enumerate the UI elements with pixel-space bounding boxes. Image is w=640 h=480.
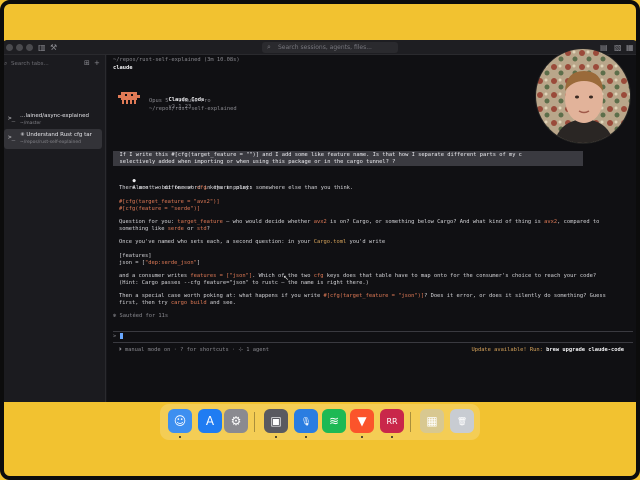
layout-icon[interactable]: ▦ (626, 43, 634, 52)
sidebar-tab-rust-cfg[interactable]: >_ ✳ Understand Rust cfg tar ~/repos/rus… (4, 129, 102, 149)
update-notice: Update available! Run: brew upgrade clau… (471, 347, 624, 353)
status-bar-left: ⏵ manual mode on · ? for shortcuts · ⊹ 1… (119, 347, 270, 353)
running-indicator (391, 436, 393, 438)
running-indicator (275, 436, 277, 438)
macos-dock: ☺ A ⚙ ▣ 🎙 ≋ ▼ RR ▦ 🗑 (160, 404, 480, 440)
session-path-line: ~/repos/rust-self-explained (3m 10.08s) (113, 57, 240, 63)
finder-icon[interactable]: ☺ (168, 409, 192, 433)
response-line: something like serde or std? (119, 226, 210, 232)
code-line: #[cfg(feature = "serde")] (119, 206, 201, 212)
text-cursor (119, 333, 123, 339)
running-indicator (305, 436, 307, 438)
sidebar-tab-async-explained[interactable]: >_ …lained/async-explained ~/master (4, 110, 102, 130)
response-bullet: ● (132, 178, 136, 184)
prompt-top-border (113, 331, 633, 332)
response-line: Once you've named who sets each, a secon… (119, 239, 386, 245)
preview-icon[interactable]: ▣ (264, 409, 288, 433)
split-left-icon[interactable]: ▧ (614, 43, 622, 52)
response-line: Question for you: target_feature — who w… (119, 219, 600, 225)
webcam-person-icon (536, 49, 630, 143)
sidebar-tab-title: …lained/async-explained (20, 113, 89, 119)
zoom-window-button[interactable] (26, 44, 33, 51)
webcam-overlay (535, 48, 631, 144)
search-icon: ⌕ (4, 60, 8, 67)
brave-icon[interactable]: ▼ (350, 409, 374, 433)
prompt-input[interactable]: > (113, 333, 123, 341)
prompt-symbol: > (113, 333, 117, 340)
trash-icon[interactable]: 🗑 (450, 409, 474, 433)
model-info: Opus 5 · Claude Pro (149, 98, 211, 104)
response-line: There are two different cfg keys in play… (119, 185, 253, 191)
running-indicator (179, 436, 181, 438)
tab-search-input[interactable]: ⌕ Search tabs... (4, 59, 80, 69)
claude-mascot-icon (118, 92, 140, 104)
code-line: json = ["dep:serde_json"] (119, 260, 201, 266)
downloads-stack-icon[interactable]: ▦ (420, 409, 444, 433)
mouse-pointer-icon: ↖ (283, 274, 289, 282)
add-icon[interactable]: + (94, 59, 100, 67)
search-icon: ⌕ (267, 43, 271, 51)
dock-separator (410, 412, 411, 432)
code-line: #[cfg(target_feature = "avx2")] (119, 199, 220, 205)
sidebar-tab-subtitle: ~/repos/rust-self-explained (20, 140, 81, 145)
prompt-bottom-border (113, 342, 633, 343)
running-indicator (361, 436, 363, 438)
tab-search-placeholder: Search tabs... (11, 61, 49, 67)
code-line: [features] (119, 253, 152, 259)
terminal-icon: >_ (8, 115, 16, 122)
voice-memos-icon[interactable]: 🎙 (294, 409, 318, 433)
global-search-placeholder: Search sessions, agents, files... (278, 44, 372, 51)
dock-separator (254, 412, 255, 432)
close-window-button[interactable] (6, 44, 13, 51)
global-search-input[interactable]: ⌕ Search sessions, agents, files... (262, 42, 398, 53)
user-message-line-1: If I write this #[cfg(target_feature = "… (113, 152, 522, 158)
minimize-window-button[interactable] (16, 44, 23, 51)
working-directory: ~/repos/rust-self-explained (149, 106, 237, 112)
response-line: (Hint: Cargo passes --cfg feature="json"… (119, 280, 369, 286)
terminal-icon: >_ (8, 134, 16, 141)
sidebar-tab-subtitle: ~/master (20, 121, 42, 126)
response-line: first, then try cargo build and see. (119, 300, 236, 306)
thinking-duration: ✻ Sautéed for 11s (113, 313, 169, 319)
system-settings-icon[interactable]: ⚙ (224, 409, 248, 433)
window-titlebar: ▥ ⚒ ⌕ Search sessions, agents, files... … (0, 40, 640, 55)
rustrover-icon[interactable]: RR (380, 409, 404, 433)
new-tab-icon[interactable]: ⊞ (84, 59, 90, 67)
response-line: Then a special case worth poking at: wha… (119, 293, 606, 299)
sidebar-tab-title: ✳ Understand Rust cfg tar (20, 132, 92, 138)
app-store-icon[interactable]: A (198, 409, 222, 433)
sidebar-toggle-icon[interactable]: ▥ (38, 43, 46, 52)
update-command: brew upgrade claude-code (546, 347, 624, 353)
response-line: and a consumer writes features = ["json"… (119, 273, 597, 279)
user-message-line-2: selectively added when importing or when… (113, 159, 396, 165)
tabs-sidebar: ⌕ Search tabs... ⊞ + >_ …lained/async-ex… (0, 55, 106, 402)
command-header: claude (113, 65, 133, 71)
spotify-icon[interactable]: ≋ (322, 409, 346, 433)
tools-icon[interactable]: ⚒ (50, 43, 57, 52)
